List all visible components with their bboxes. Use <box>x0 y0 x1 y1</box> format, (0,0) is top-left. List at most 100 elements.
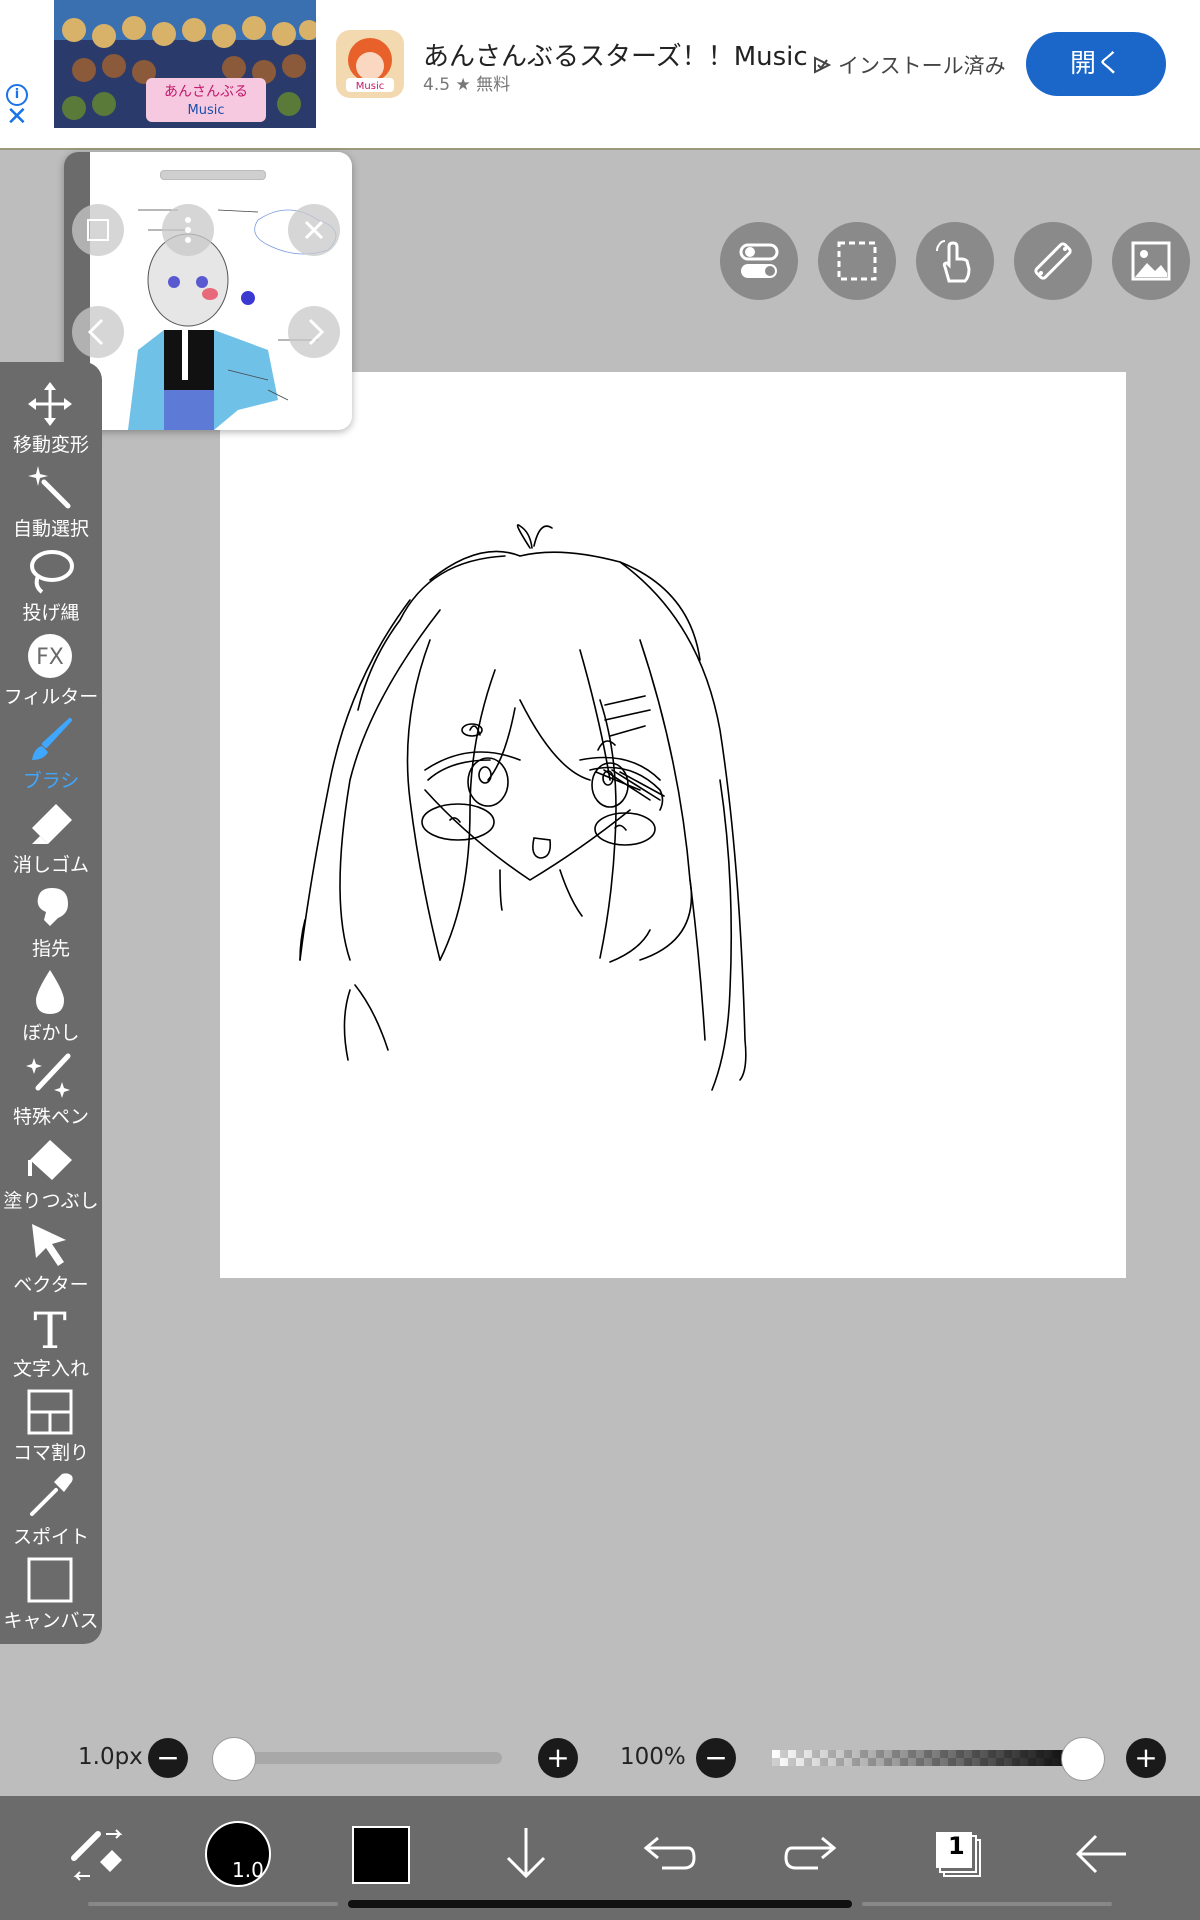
toggle-button[interactable] <box>720 222 798 300</box>
download-button[interactable] <box>490 1818 562 1890</box>
svg-text:T: T <box>33 1304 66 1352</box>
tool-canvas[interactable]: キャンバス <box>0 1552 102 1636</box>
navigator-drag-handle[interactable] <box>160 170 266 180</box>
opacity-slider-knob[interactable] <box>1061 1737 1105 1781</box>
tool-move[interactable]: 移動変形 <box>0 376 102 460</box>
ad-banner[interactable]: あんさんぶる Music i ✕ Music あんさんぶるスターズ！！Music… <box>0 0 1200 150</box>
drawing-canvas[interactable] <box>220 372 1126 1278</box>
tool-eyedropper[interactable]: スポイト <box>0 1468 102 1552</box>
fx-icon: FX <box>28 634 72 678</box>
tool-label: 移動変形 <box>12 434 89 456</box>
image-button[interactable] <box>1112 222 1190 300</box>
tool-vector[interactable]: ベクター <box>0 1216 102 1300</box>
selection-button[interactable] <box>818 222 896 300</box>
frame-divide-icon <box>27 1389 73 1435</box>
tool-label: ベクター <box>13 1274 89 1296</box>
tool-label: スポイト <box>12 1526 89 1548</box>
ruler-icon <box>1034 242 1072 280</box>
more-vertical-icon <box>185 217 191 243</box>
chevron-left-icon <box>87 318 104 346</box>
brush-icon <box>32 718 72 760</box>
ad-close-icon[interactable]: ✕ <box>6 104 28 130</box>
sketch-drawing <box>299 524 747 1091</box>
tool-label: 文字入れ <box>12 1358 89 1380</box>
brush-settings-button[interactable]: 1.0 <box>202 1818 274 1890</box>
swap-tool-button[interactable] <box>62 1818 134 1890</box>
redo-button[interactable] <box>776 1818 848 1890</box>
eraser-icon <box>32 804 72 844</box>
brush-size-badge-label: 1.0 <box>232 1858 264 1882</box>
tool-magic-wand[interactable]: 自動選択 <box>0 460 102 544</box>
ad-rating: 4.5 ★ 無料 <box>423 75 511 95</box>
ad-app-icon[interactable]: Music <box>336 30 404 98</box>
tool-brush[interactable]: ブラシ <box>0 712 102 796</box>
ad-banner-image[interactable]: あんさんぶる Music <box>54 0 316 128</box>
ruler-button[interactable] <box>1014 222 1092 300</box>
hand-gesture-icon <box>936 240 971 283</box>
tool-label: コマ割り <box>12 1442 89 1464</box>
installed-check-icon <box>814 56 832 74</box>
tool-label: ブラシ <box>22 770 80 792</box>
opacity-increase-button[interactable]: + <box>1126 1738 1166 1778</box>
back-button[interactable] <box>1066 1818 1138 1890</box>
tool-label: フィルター <box>3 686 99 708</box>
undo-button[interactable] <box>632 1818 704 1890</box>
tool-filter[interactable]: FX フィルター <box>0 628 102 712</box>
opacity-slider[interactable] <box>772 1750 1092 1766</box>
tool-label: 消しゴム <box>12 854 89 876</box>
tool-eraser[interactable]: 消しゴム <box>0 796 102 880</box>
toggle-icon <box>739 243 779 278</box>
layers-button[interactable]: 1 <box>922 1818 994 1890</box>
brush-size-slider[interactable] <box>234 1752 502 1764</box>
tool-label: キャンバス <box>3 1610 99 1632</box>
brush-size-increase-button[interactable]: + <box>538 1738 578 1778</box>
hand-gesture-button[interactable] <box>916 222 994 300</box>
system-gesture-bar[interactable] <box>348 1900 852 1908</box>
vector-cursor-icon <box>32 1224 66 1266</box>
close-icon <box>304 220 324 240</box>
nav-line-right <box>862 1902 1112 1906</box>
navigator-preview[interactable] <box>64 152 352 430</box>
tool-text[interactable]: T 文字入れ <box>0 1300 102 1384</box>
opacity-label: 100% <box>620 1744 686 1770</box>
ad-open-button[interactable]: 開く <box>1026 32 1166 96</box>
tool-special-pen[interactable]: 特殊ペン <box>0 1048 102 1132</box>
tool-label: 投げ縄 <box>22 602 80 624</box>
navigator-menu-button[interactable] <box>162 204 214 256</box>
tool-label: 自動選択 <box>12 518 89 540</box>
brush-size-decrease-button[interactable]: − <box>148 1738 188 1778</box>
arrow-down-icon <box>506 1828 546 1879</box>
tool-lasso[interactable]: 投げ縄 <box>0 544 102 628</box>
opacity-decrease-button[interactable]: − <box>696 1738 736 1778</box>
bucket-icon <box>28 1140 72 1180</box>
tool-frame[interactable]: コマ割り <box>0 1384 102 1468</box>
text-icon: T <box>33 1304 66 1352</box>
tool-finger[interactable]: 指先 <box>0 880 102 964</box>
svg-text:Music: Music <box>188 103 225 118</box>
image-icon <box>1131 241 1171 281</box>
tool-label: 特殊ペン <box>12 1106 89 1128</box>
lasso-icon <box>30 550 74 594</box>
current-color-swatch <box>352 1826 410 1884</box>
move-icon <box>28 382 72 426</box>
ad-title[interactable]: あんさんぶるスターズ！！Music <box>423 36 808 73</box>
nav-line-left <box>88 1902 338 1906</box>
tool-label: ぼかし <box>22 1022 80 1044</box>
selection-rect-icon <box>837 241 877 281</box>
tool-blur[interactable]: ぼかし <box>0 964 102 1048</box>
ad-installed-label: インストール済み <box>838 54 1006 78</box>
svg-text:あんさんぶる: あんさんぶる <box>164 84 248 100</box>
chevron-right-icon <box>308 318 325 346</box>
tool-sidebar: 移動変形 自動選択 投げ縄 FX フィルター ブラシ 消しゴム 指先 ぼかし 特… <box>0 362 102 1644</box>
navigator-fit-button[interactable] <box>72 204 124 256</box>
brush-size-slider-knob[interactable] <box>212 1737 256 1781</box>
navigator-prev-button[interactable] <box>72 306 124 358</box>
navigator-next-button[interactable] <box>288 306 340 358</box>
color-picker-button[interactable] <box>344 1818 416 1890</box>
tool-fill[interactable]: 塗りつぶし <box>0 1132 102 1216</box>
special-pen-icon <box>26 1053 71 1098</box>
square-icon <box>87 219 109 241</box>
navigator-close-button[interactable] <box>288 204 340 256</box>
canvas-icon <box>27 1557 73 1603</box>
undo-icon <box>643 1836 696 1870</box>
